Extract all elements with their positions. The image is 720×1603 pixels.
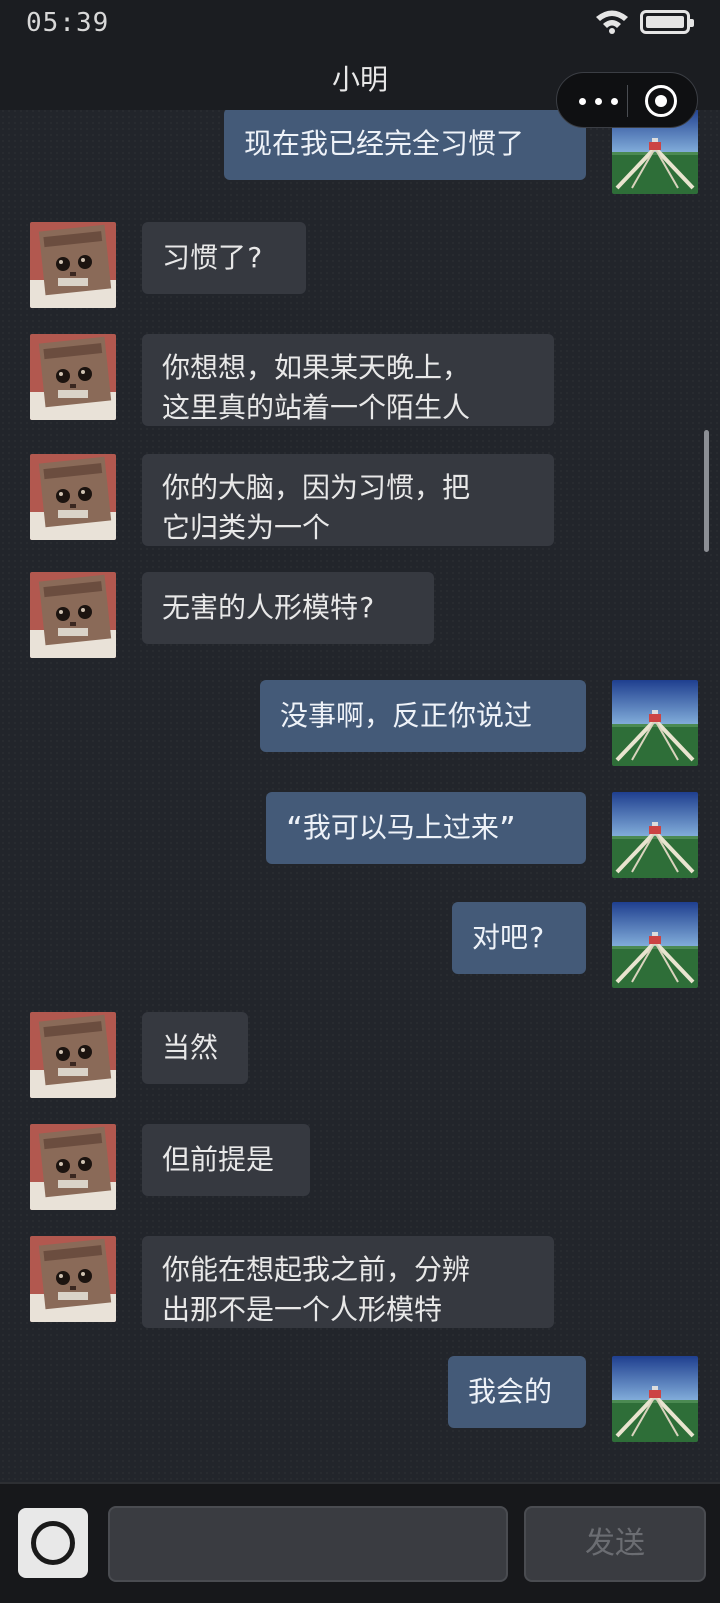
circle-target-icon[interactable] <box>645 85 677 117</box>
message-row: “我可以马上过来” <box>0 792 720 878</box>
outgoing-message[interactable]: 对吧? <box>452 902 586 974</box>
incoming-message[interactable]: 无害的人形模特? <box>142 572 434 644</box>
message-row: 习惯了? <box>0 222 720 308</box>
contact-avatar[interactable] <box>30 1236 116 1322</box>
contact-avatar[interactable] <box>30 334 116 420</box>
message-input[interactable] <box>108 1506 508 1582</box>
mini-program-capsule <box>556 72 698 128</box>
message-row: 对吧? <box>0 902 720 988</box>
message-row: 无害的人形模特? <box>0 572 720 658</box>
camera-icon[interactable] <box>18 1508 88 1578</box>
contact-avatar[interactable] <box>30 222 116 308</box>
message-row: 没事啊，反正你说过 <box>0 680 720 766</box>
self-avatar[interactable] <box>612 792 698 878</box>
capsule-divider <box>627 85 628 117</box>
self-avatar[interactable] <box>612 680 698 766</box>
scrollbar[interactable] <box>704 430 709 552</box>
send-button[interactable]: 发送 <box>524 1506 706 1582</box>
outgoing-message[interactable]: “我可以马上过来” <box>266 792 586 864</box>
message-row: 你想想，如果某天晚上， 这里真的站着一个陌生人 <box>0 334 720 426</box>
status-bar: 05:39 <box>0 0 720 44</box>
message-row: 当然 <box>0 1012 720 1098</box>
message-row: 但前提是 <box>0 1124 720 1210</box>
contact-avatar[interactable] <box>30 1124 116 1210</box>
message-row: 你的大脑，因为习惯，把 它归类为一个 <box>0 454 720 546</box>
incoming-message[interactable]: 你想想，如果某天晚上， 这里真的站着一个陌生人 <box>142 334 554 426</box>
incoming-message[interactable]: 但前提是 <box>142 1124 310 1196</box>
contact-avatar[interactable] <box>30 1012 116 1098</box>
input-bar: 发送 <box>0 1482 720 1603</box>
outgoing-message[interactable]: 现在我已经完全习惯了 <box>224 110 586 180</box>
battery-icon <box>640 10 694 34</box>
incoming-message[interactable]: 你的大脑，因为习惯，把 它归类为一个 <box>142 454 554 546</box>
incoming-message[interactable]: 习惯了? <box>142 222 306 294</box>
outgoing-message[interactable]: 没事啊，反正你说过 <box>260 680 586 752</box>
wifi-icon <box>596 10 628 34</box>
outgoing-message[interactable]: 我会的 <box>448 1356 586 1428</box>
more-dots-icon[interactable] <box>577 87 621 115</box>
self-avatar[interactable] <box>612 902 698 988</box>
message-row: 你能在想起我之前，分辨 出那不是一个人形模特 <box>0 1236 720 1328</box>
contact-avatar[interactable] <box>30 454 116 540</box>
contact-avatar[interactable] <box>30 572 116 658</box>
chat-messages: 现在我已经完全习惯了习惯了? 你想想，如果某天晚上， 这里真的站着一个陌生人 你的大… <box>0 110 720 1482</box>
incoming-message[interactable]: 你能在想起我之前，分辨 出那不是一个人形模特 <box>142 1236 554 1328</box>
incoming-message[interactable]: 当然 <box>142 1012 248 1084</box>
message-row: 我会的 <box>0 1356 720 1442</box>
self-avatar[interactable] <box>612 1356 698 1442</box>
status-time: 05:39 <box>26 8 110 38</box>
